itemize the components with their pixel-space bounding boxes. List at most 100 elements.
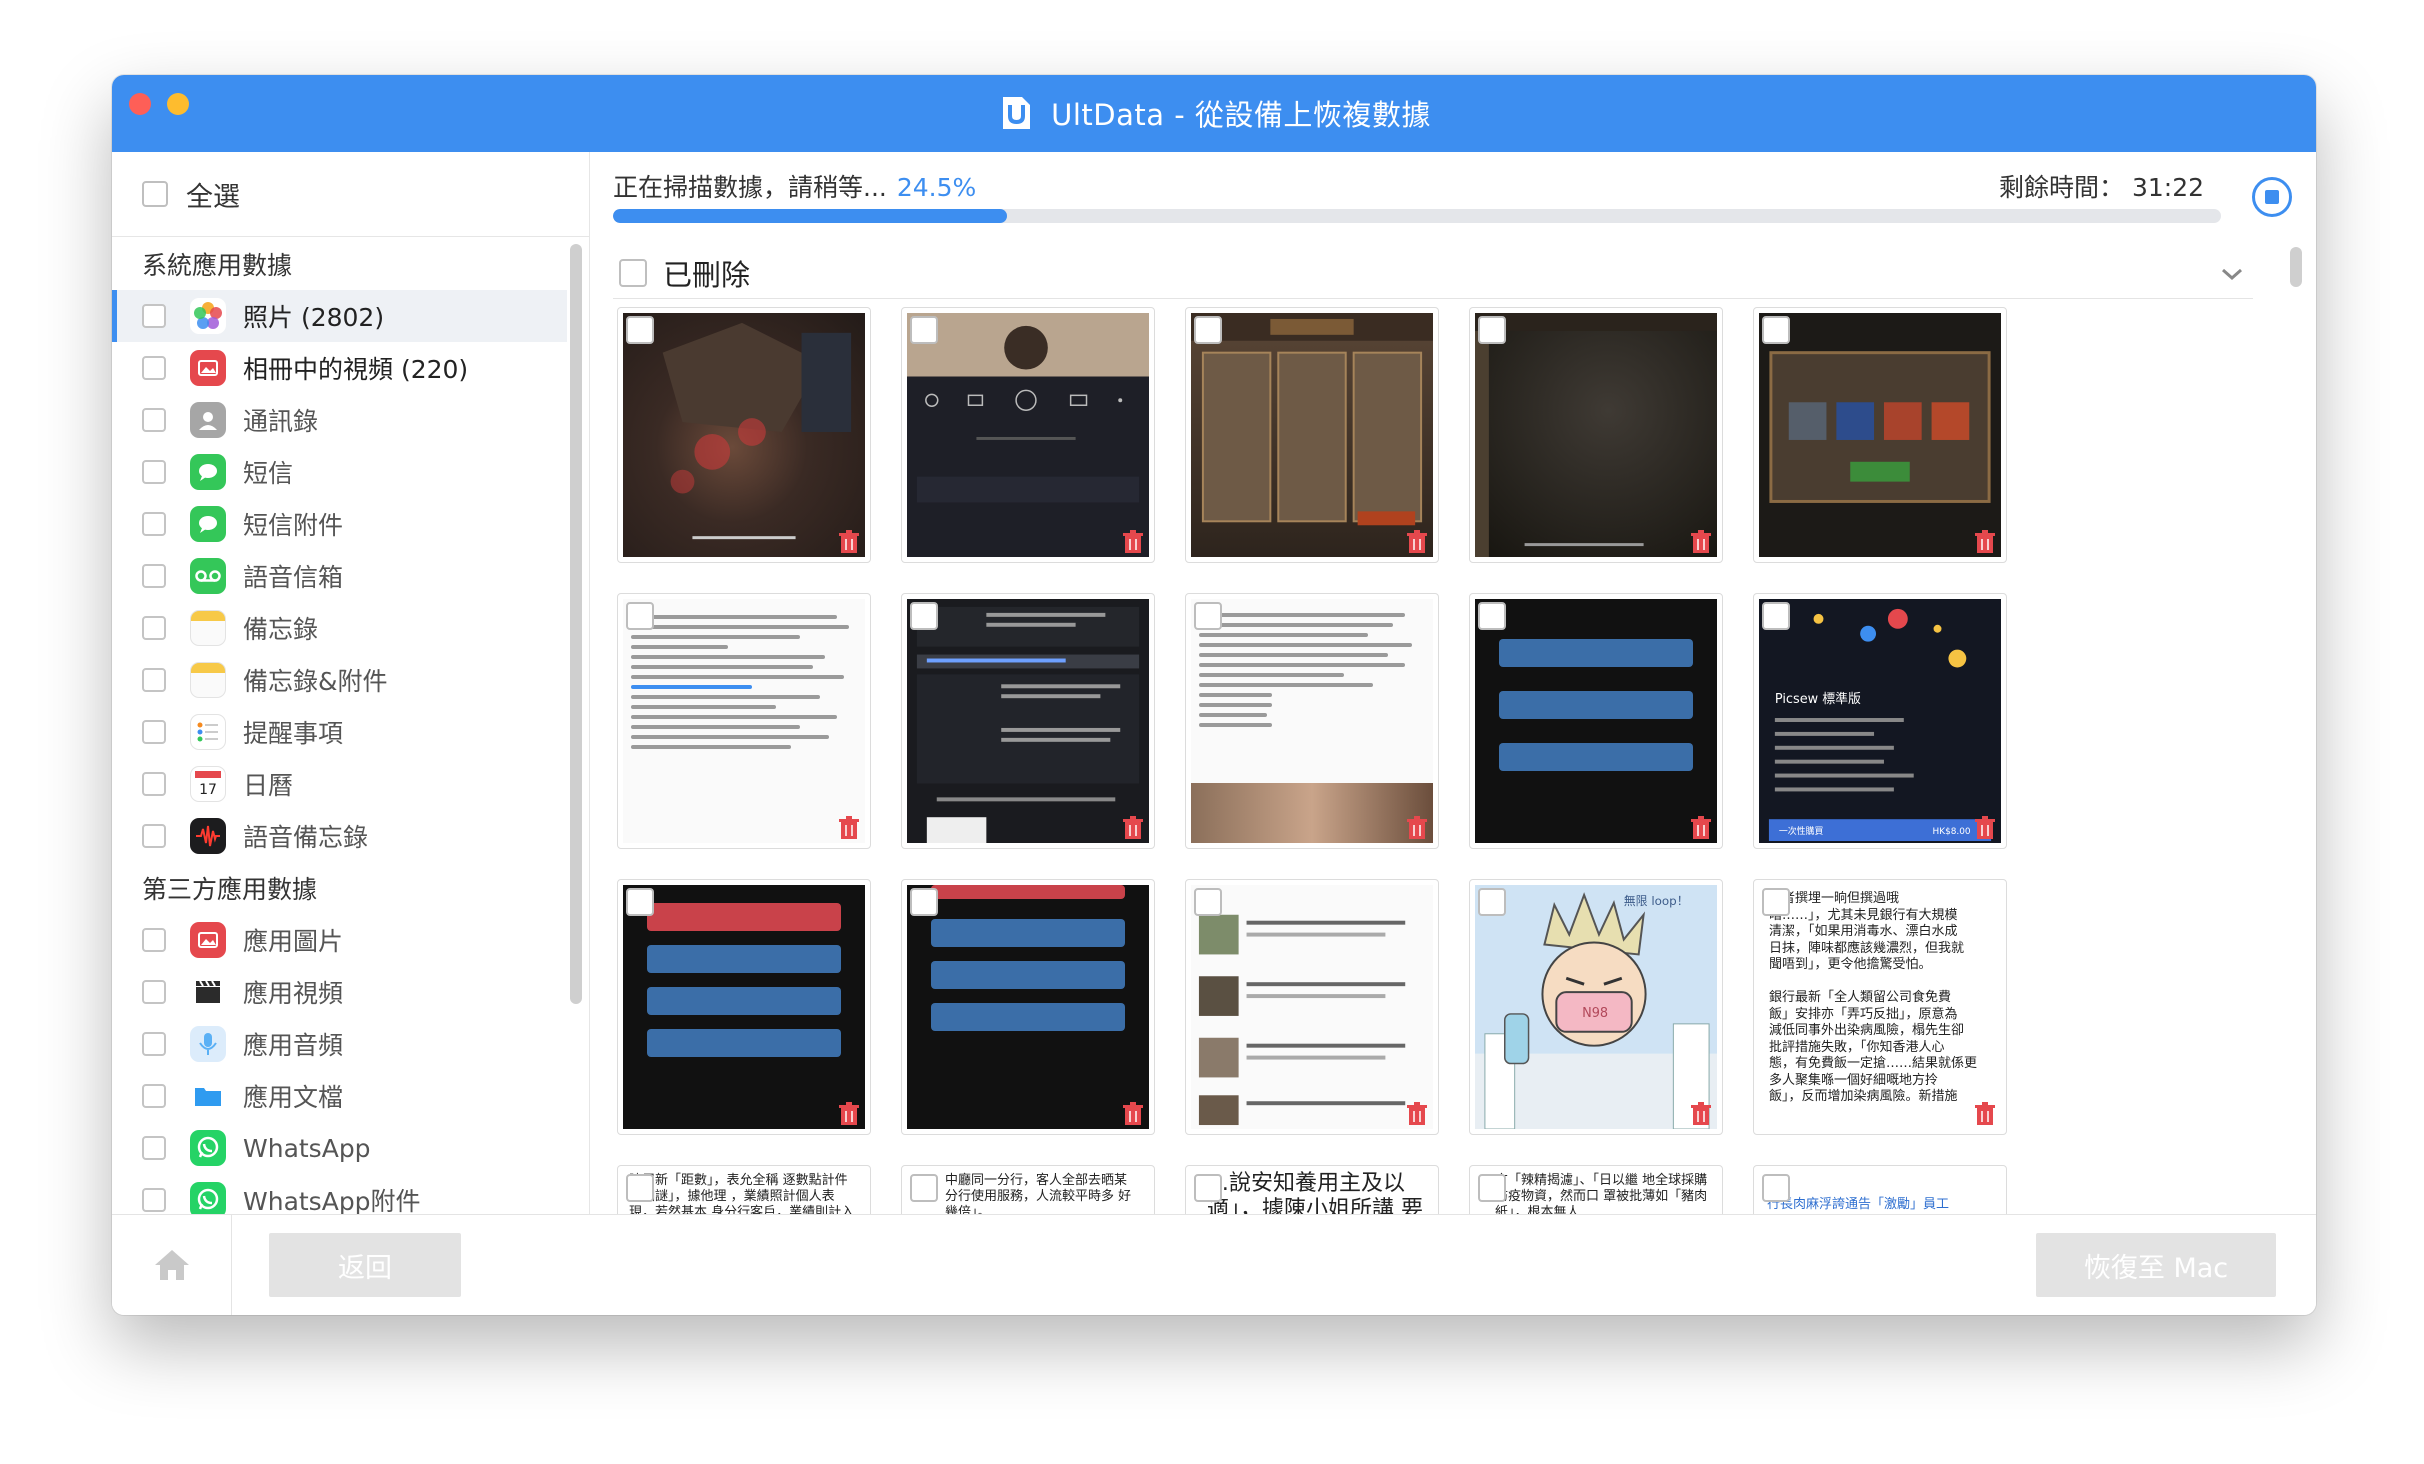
category-message-attachments[interactable]: 短信附件 <box>112 498 567 550</box>
thumbnail-checkbox[interactable] <box>1762 316 1790 344</box>
photo-thumbnail[interactable] <box>617 593 871 849</box>
category-checkbox[interactable] <box>142 304 166 328</box>
photo-thumbnail[interactable] <box>617 307 871 563</box>
thumbnail-checkbox[interactable] <box>1194 888 1222 916</box>
thumbnail-checkbox[interactable] <box>626 888 654 916</box>
sidebar-scrollbar[interactable] <box>570 244 582 1004</box>
trash-icon[interactable] <box>1122 816 1144 840</box>
thumbnail-checkbox[interactable] <box>1194 316 1222 344</box>
back-button[interactable]: 返回 <box>269 1233 461 1297</box>
recover-to-mac-button[interactable]: 恢復至 Mac <box>2036 1233 2276 1297</box>
photo-thumbnail[interactable] <box>901 593 1155 849</box>
category-checkbox[interactable] <box>142 720 166 744</box>
category-contacts[interactable]: 通訊錄 <box>112 394 567 446</box>
category-checkbox[interactable] <box>142 564 166 588</box>
chevron-down-icon[interactable] <box>2217 259 2247 289</box>
category-checkbox[interactable] <box>142 460 166 484</box>
trash-icon[interactable] <box>1406 1102 1428 1126</box>
home-button[interactable] <box>112 1215 232 1315</box>
stop-scan-button[interactable] <box>2252 177 2292 217</box>
category-checkbox[interactable] <box>142 408 166 432</box>
category-checkbox[interactable] <box>142 1188 166 1212</box>
trash-icon[interactable] <box>838 816 860 840</box>
thumbnail-checkbox[interactable] <box>910 1174 938 1202</box>
category-app-photos[interactable]: 應用圖片 <box>112 914 567 966</box>
photo-thumbnail[interactable]: 行長肉麻浮誇通告「激勵」員工 <box>1753 1165 2007 1215</box>
category-whatsapp[interactable]: WhatsApp <box>112 1122 567 1174</box>
trash-icon[interactable] <box>1690 530 1712 554</box>
category-notes[interactable]: 備忘錄 <box>112 602 567 654</box>
photo-thumbnail[interactable] <box>901 307 1155 563</box>
photo-thumbnail[interactable]: 曉用新「距數」，表允全稱 逐數點計件係個謎」，據他理 ，業績照計個人表現，若然基… <box>617 1165 871 1215</box>
category-app-docs[interactable]: 應用文檔 <box>112 1070 567 1122</box>
trash-icon[interactable] <box>1690 1102 1712 1126</box>
thumbnail-checkbox[interactable] <box>1194 1174 1222 1202</box>
photo-thumbnail[interactable] <box>1185 593 1439 849</box>
photo-thumbnail[interactable] <box>1469 307 1723 563</box>
trash-icon[interactable] <box>1974 816 1996 840</box>
photo-thumbnail[interactable]: 方「辣精揭濾」、「日以繼 地全球採購防疫物資，然而口 罩被批薄如「豬肉紙」，根本… <box>1469 1165 1723 1215</box>
select-all-row[interactable]: 全選 <box>112 152 589 237</box>
trash-icon[interactable] <box>1406 530 1428 554</box>
photo-thumbnail[interactable]: …說安知養用主及以 適」，據陳小姐所講 要求分行同事自行清 <box>1185 1165 1439 1215</box>
category-checkbox[interactable] <box>142 668 166 692</box>
thumbnail-checkbox[interactable] <box>910 888 938 916</box>
photo-thumbnail[interactable] <box>1753 307 2007 563</box>
category-whatsapp-attachments[interactable]: WhatsApp附件 <box>112 1174 567 1214</box>
thumbnail-checkbox[interactable] <box>1762 1174 1790 1202</box>
category-photos[interactable]: 照片 (2802) <box>112 290 567 342</box>
thumbnail-checkbox[interactable] <box>626 602 654 630</box>
category-checkbox[interactable] <box>142 1136 166 1160</box>
photo-thumbnail[interactable] <box>901 879 1155 1135</box>
trash-icon[interactable] <box>1974 1102 1996 1126</box>
select-all-checkbox[interactable] <box>142 181 168 207</box>
deleted-group-header[interactable]: 已刪除 <box>613 247 2253 299</box>
category-checkbox[interactable] <box>142 928 166 952</box>
grid-scrollbar[interactable] <box>2290 247 2302 287</box>
category-checkbox[interactable] <box>142 824 166 848</box>
category-checkbox[interactable] <box>142 772 166 796</box>
photo-thumbnail[interactable] <box>617 879 871 1135</box>
photo-thumbnail[interactable]: Picsew 標準版 一次性購買 HK$8.00 <box>1753 593 2007 849</box>
photo-thumbnail[interactable]: 或者撰埋一晌但撰過哦 暗……」，尤其未見銀行有大規模 清潔，「如果用消毒水、漂白水成… <box>1753 879 2007 1135</box>
trash-icon[interactable] <box>1122 1102 1144 1126</box>
category-calendar[interactable]: 17 日曆 <box>112 758 567 810</box>
category-checkbox[interactable] <box>142 356 166 380</box>
category-voice-memos[interactable]: 語音備忘錄 <box>112 810 567 862</box>
thumbnail-checkbox[interactable] <box>1762 888 1790 916</box>
article-headline-link[interactable]: 行長肉麻浮誇通告「激勵」員工 <box>1767 1197 1995 1213</box>
trash-icon[interactable] <box>838 1102 860 1126</box>
trash-icon[interactable] <box>1122 530 1144 554</box>
thumbnail-checkbox[interactable] <box>1762 602 1790 630</box>
thumbnail-checkbox[interactable] <box>1478 1174 1506 1202</box>
photo-thumbnail[interactable] <box>1185 879 1439 1135</box>
thumbnail-checkbox[interactable] <box>626 1174 654 1202</box>
thumbnail-checkbox[interactable] <box>910 316 938 344</box>
category-messages[interactable]: 短信 <box>112 446 567 498</box>
category-checkbox[interactable] <box>142 980 166 1004</box>
category-album-video[interactable]: 相冊中的視頻 (220) <box>112 342 567 394</box>
category-voicemail[interactable]: 語音信箱 <box>112 550 567 602</box>
thumbnail-checkbox[interactable] <box>1478 888 1506 916</box>
category-app-audio[interactable]: 應用音頻 <box>112 1018 567 1070</box>
category-app-videos[interactable]: 應用視頻 <box>112 966 567 1018</box>
deleted-group-checkbox[interactable] <box>619 258 647 287</box>
thumbnail-checkbox[interactable] <box>1194 602 1222 630</box>
trash-icon[interactable] <box>1406 816 1428 840</box>
trash-icon[interactable] <box>1974 530 1996 554</box>
photo-thumbnail[interactable] <box>1469 593 1723 849</box>
category-notes-attachments[interactable]: 備忘錄&附件 <box>112 654 567 706</box>
category-reminders[interactable]: 提醒事項 <box>112 706 567 758</box>
thumbnail-checkbox[interactable] <box>910 602 938 630</box>
photo-thumbnail[interactable] <box>1185 307 1439 563</box>
thumbnail-checkbox[interactable] <box>1478 602 1506 630</box>
category-checkbox[interactable] <box>142 616 166 640</box>
category-checkbox[interactable] <box>142 512 166 536</box>
category-checkbox[interactable] <box>142 1032 166 1056</box>
trash-icon[interactable] <box>1690 816 1712 840</box>
photo-thumbnail[interactable]: N98 無限 loop！ <box>1469 879 1723 1135</box>
trash-icon[interactable] <box>838 530 860 554</box>
thumbnail-checkbox[interactable] <box>626 316 654 344</box>
category-checkbox[interactable] <box>142 1084 166 1108</box>
photo-thumbnail[interactable]: 中廳同一分行，客人全部去晒某 分行使用服務，人流較平時多 好幾倍」。 <box>901 1165 1155 1215</box>
